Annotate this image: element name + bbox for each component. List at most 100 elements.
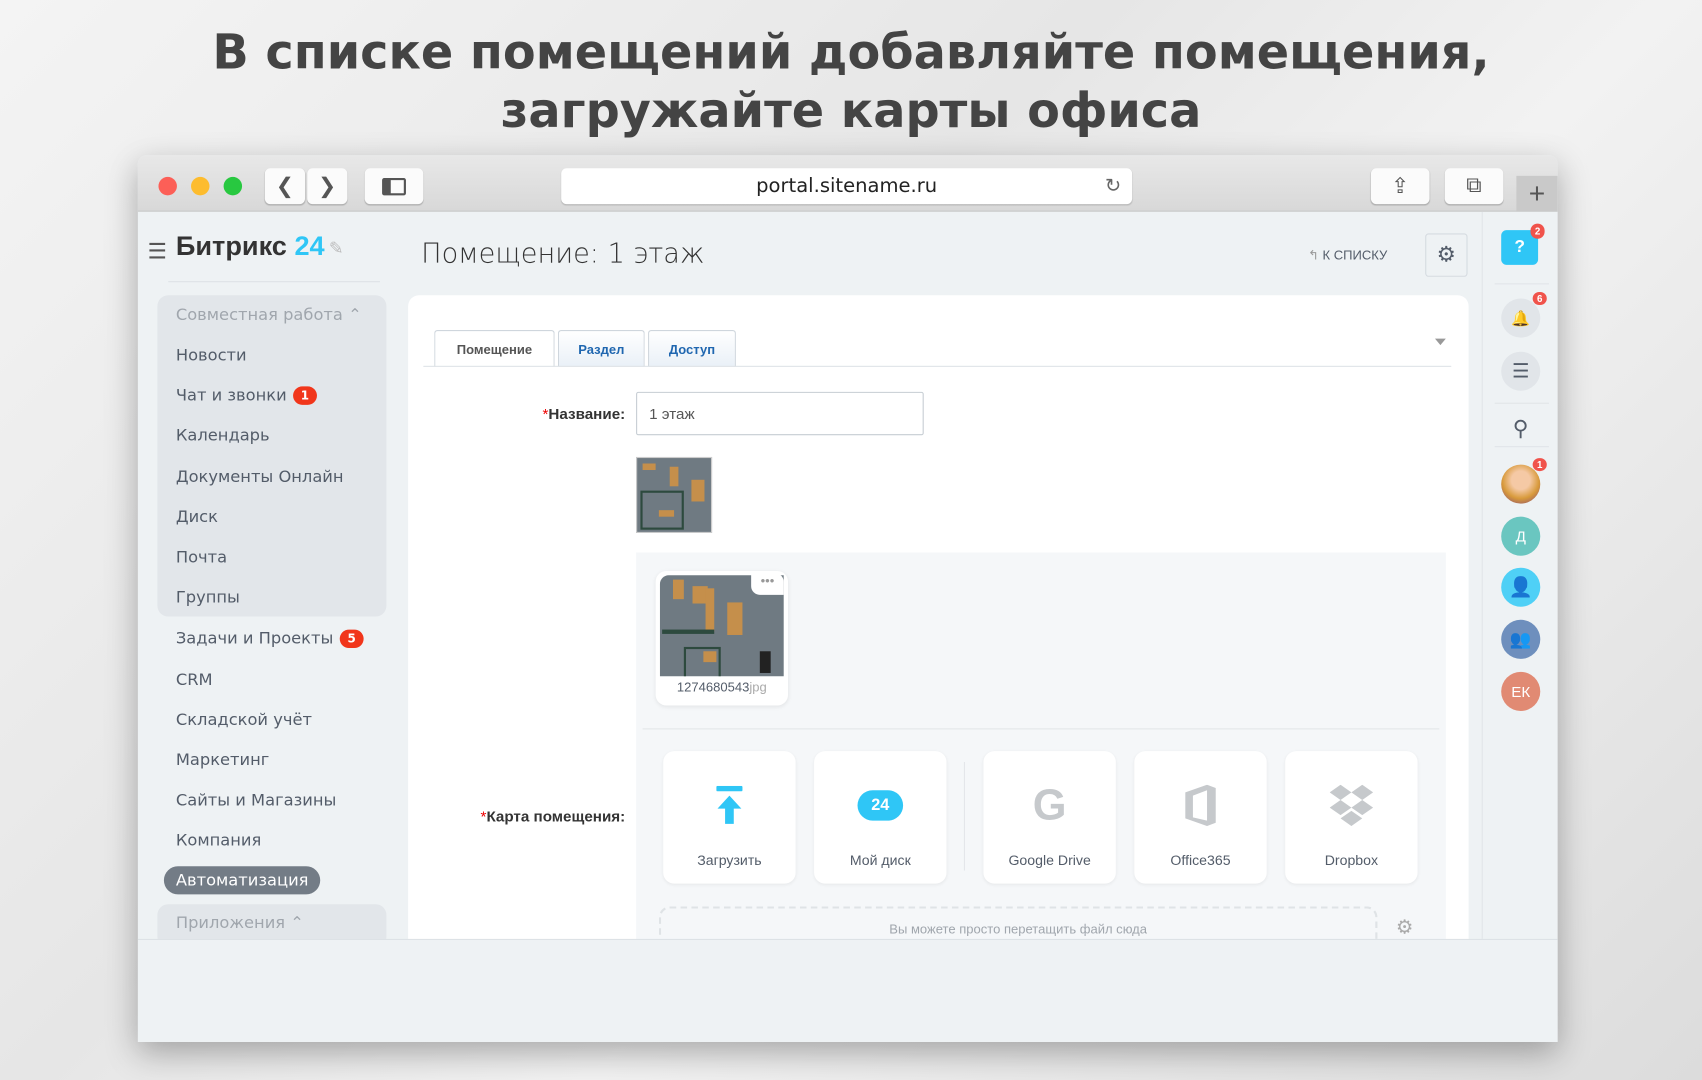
office365-label: Office365	[1170, 852, 1231, 869]
address-bar[interactable]: portal.sitename.ru ↻	[561, 168, 1133, 205]
file-card[interactable]: ••• 1274680543jpg	[655, 570, 789, 706]
help-badge: 2	[1530, 223, 1545, 239]
notifications-badge: 6	[1532, 291, 1547, 306]
maximize-window-button[interactable]	[223, 176, 243, 196]
google-drive-button[interactable]: G Google Drive	[983, 751, 1116, 884]
url-text: portal.sitename.ru	[756, 174, 938, 198]
chevron-right-icon: ❯	[318, 174, 337, 199]
sidebar-item-automation[interactable]: Автоматизация	[163, 866, 321, 895]
name-input[interactable]	[636, 391, 924, 436]
sidebar-item-crm[interactable]: CRM	[176, 670, 213, 690]
help-button[interactable]: ? 2	[1501, 223, 1545, 265]
tab-room[interactable]: Помещение	[434, 329, 555, 367]
name-label: *Название:	[542, 404, 626, 423]
cloud-icon: 24	[814, 784, 946, 827]
question-icon: ?	[1514, 237, 1525, 257]
back-arrow-icon: ↰	[1307, 247, 1319, 263]
tabs-icon: ⧉	[1466, 173, 1482, 198]
sidebar-item-calendar[interactable]: Календарь	[176, 426, 270, 446]
chat-badge: 1	[293, 386, 317, 405]
my-disk-button[interactable]: 24 Мой диск	[814, 751, 947, 884]
sidebar-item-groups[interactable]: Группы	[176, 587, 240, 607]
back-button[interactable]: ❮	[264, 168, 306, 205]
share-button[interactable]: ⇪	[1370, 168, 1430, 205]
notifications-button[interactable]: 🔔 6	[1501, 291, 1547, 338]
reload-icon[interactable]: ↻	[1105, 168, 1121, 204]
office365-button[interactable]: Office365	[1134, 751, 1267, 884]
user-clock-icon[interactable]: 👤	[1501, 567, 1541, 607]
google-drive-icon: G	[1032, 780, 1067, 829]
group-chat-icon[interactable]: 👥	[1501, 619, 1541, 659]
page-title: Помещение: 1 этаж	[421, 237, 705, 270]
user-avatar-d[interactable]: Д	[1501, 516, 1541, 556]
search-button[interactable]: ⚲	[1501, 408, 1540, 447]
plus-icon: +	[1528, 176, 1546, 210]
sidebar-item-disk[interactable]: Диск	[176, 507, 218, 527]
chats-button[interactable]: ☰	[1501, 351, 1541, 391]
sidebar-item-company[interactable]: Компания	[176, 830, 261, 850]
form-card: Помещение Раздел Доступ *Название: ••• 1…	[408, 295, 1469, 961]
sidebar-item-sites[interactable]: Сайты и Магазины	[176, 790, 337, 810]
pencil-icon[interactable]: ✎	[329, 238, 344, 260]
settings-button[interactable]: ⚙	[1425, 233, 1468, 277]
sidebar-group-apps-toggle[interactable]: Приложения ⌃	[176, 913, 304, 933]
browser-window: ❮ ❯ portal.sitename.ru ↻ ⇪ ⧉ + ☰ Битрикс …	[137, 155, 1558, 1043]
user-avatar-ek[interactable]: ЕК	[1501, 671, 1541, 711]
tasks-badge: 5	[339, 629, 364, 649]
avatar-badge: 1	[1532, 458, 1547, 472]
back-to-list-link[interactable]: ↰ К СПИСКУ	[1308, 247, 1387, 262]
office365-icon	[1134, 784, 1266, 827]
headline-line-1: В списке помещений добавляйте помещения,	[212, 24, 1490, 81]
sidebar-item-documents[interactable]: Документы Онлайн	[176, 467, 344, 487]
tab-section[interactable]: Раздел	[557, 329, 645, 367]
chat-icon: ☰	[1511, 359, 1530, 382]
map-label: *Карта помещения:	[480, 807, 626, 825]
uploader-gear-icon[interactable]: ⚙	[1396, 916, 1414, 939]
file-uploader: ••• 1274680543jpg Загрузить 24 Мой диск …	[636, 552, 1446, 961]
sidebar-item-chat[interactable]: Чат и звонки 1	[176, 385, 317, 405]
rail-divider	[1481, 211, 1483, 939]
chevron-up-icon: ⌃	[290, 912, 304, 933]
close-window-button[interactable]	[158, 176, 177, 196]
sidebar-group-collaboration	[157, 295, 387, 617]
browser-toolbar: ❮ ❯ portal.sitename.ru ↻ ⇪ ⧉ +	[137, 155, 1558, 212]
forward-button[interactable]: ❯	[307, 168, 348, 205]
sidebar-toggle-button[interactable]	[364, 168, 424, 205]
dropbox-button[interactable]: Dropbox	[1285, 751, 1418, 884]
sidebar-item-marketing[interactable]: Маркетинг	[176, 750, 269, 770]
bottom-area	[137, 938, 1558, 1043]
my-disk-label: Мой диск	[849, 852, 911, 869]
sidebar-group-toggle[interactable]: Совместная работа ⌃	[176, 305, 362, 325]
new-tab-button[interactable]: +	[1516, 175, 1558, 212]
sidebar-item-news[interactable]: Новости	[176, 345, 247, 365]
dropbox-icon	[1285, 784, 1417, 827]
google-drive-label: Google Drive	[1008, 852, 1091, 869]
sidebar-item-mail[interactable]: Почта	[176, 547, 227, 567]
chevron-left-icon: ❮	[275, 174, 295, 199]
upload-button[interactable]: Загрузить	[663, 751, 796, 884]
tabs-button[interactable]: ⧉	[1444, 168, 1504, 205]
upload-icon	[663, 784, 795, 827]
sidebar-item-inventory[interactable]: Складской учёт	[176, 710, 312, 730]
headline-line-2: загружайте карты офиса	[500, 83, 1202, 139]
separator	[963, 761, 965, 871]
upload-label: Загрузить	[697, 852, 762, 869]
menu-icon[interactable]: ☰	[148, 238, 167, 265]
share-icon: ⇪	[1391, 174, 1410, 199]
more-options-icon[interactable]: •••	[751, 573, 784, 595]
minimize-window-button[interactable]	[191, 176, 210, 196]
tabs-divider	[423, 365, 1452, 367]
gear-icon: ⚙	[1436, 243, 1457, 268]
search-icon: ⚲	[1512, 416, 1529, 441]
map-thumbnail[interactable]	[636, 456, 713, 533]
logo[interactable]: Битрикс 24	[176, 231, 325, 262]
bell-icon: 🔔	[1511, 308, 1531, 327]
sidebar-item-tasks[interactable]: Задачи и Проекты 5	[176, 628, 364, 649]
sidebar-icon	[382, 177, 406, 195]
user-avatar[interactable]: 1	[1501, 458, 1547, 504]
dropbox-label: Dropbox	[1324, 852, 1379, 869]
divider	[642, 728, 1440, 730]
tab-access[interactable]: Доступ	[648, 329, 736, 367]
chevron-up-icon: ⌃	[348, 305, 362, 325]
caret-down-icon[interactable]	[1434, 338, 1446, 351]
